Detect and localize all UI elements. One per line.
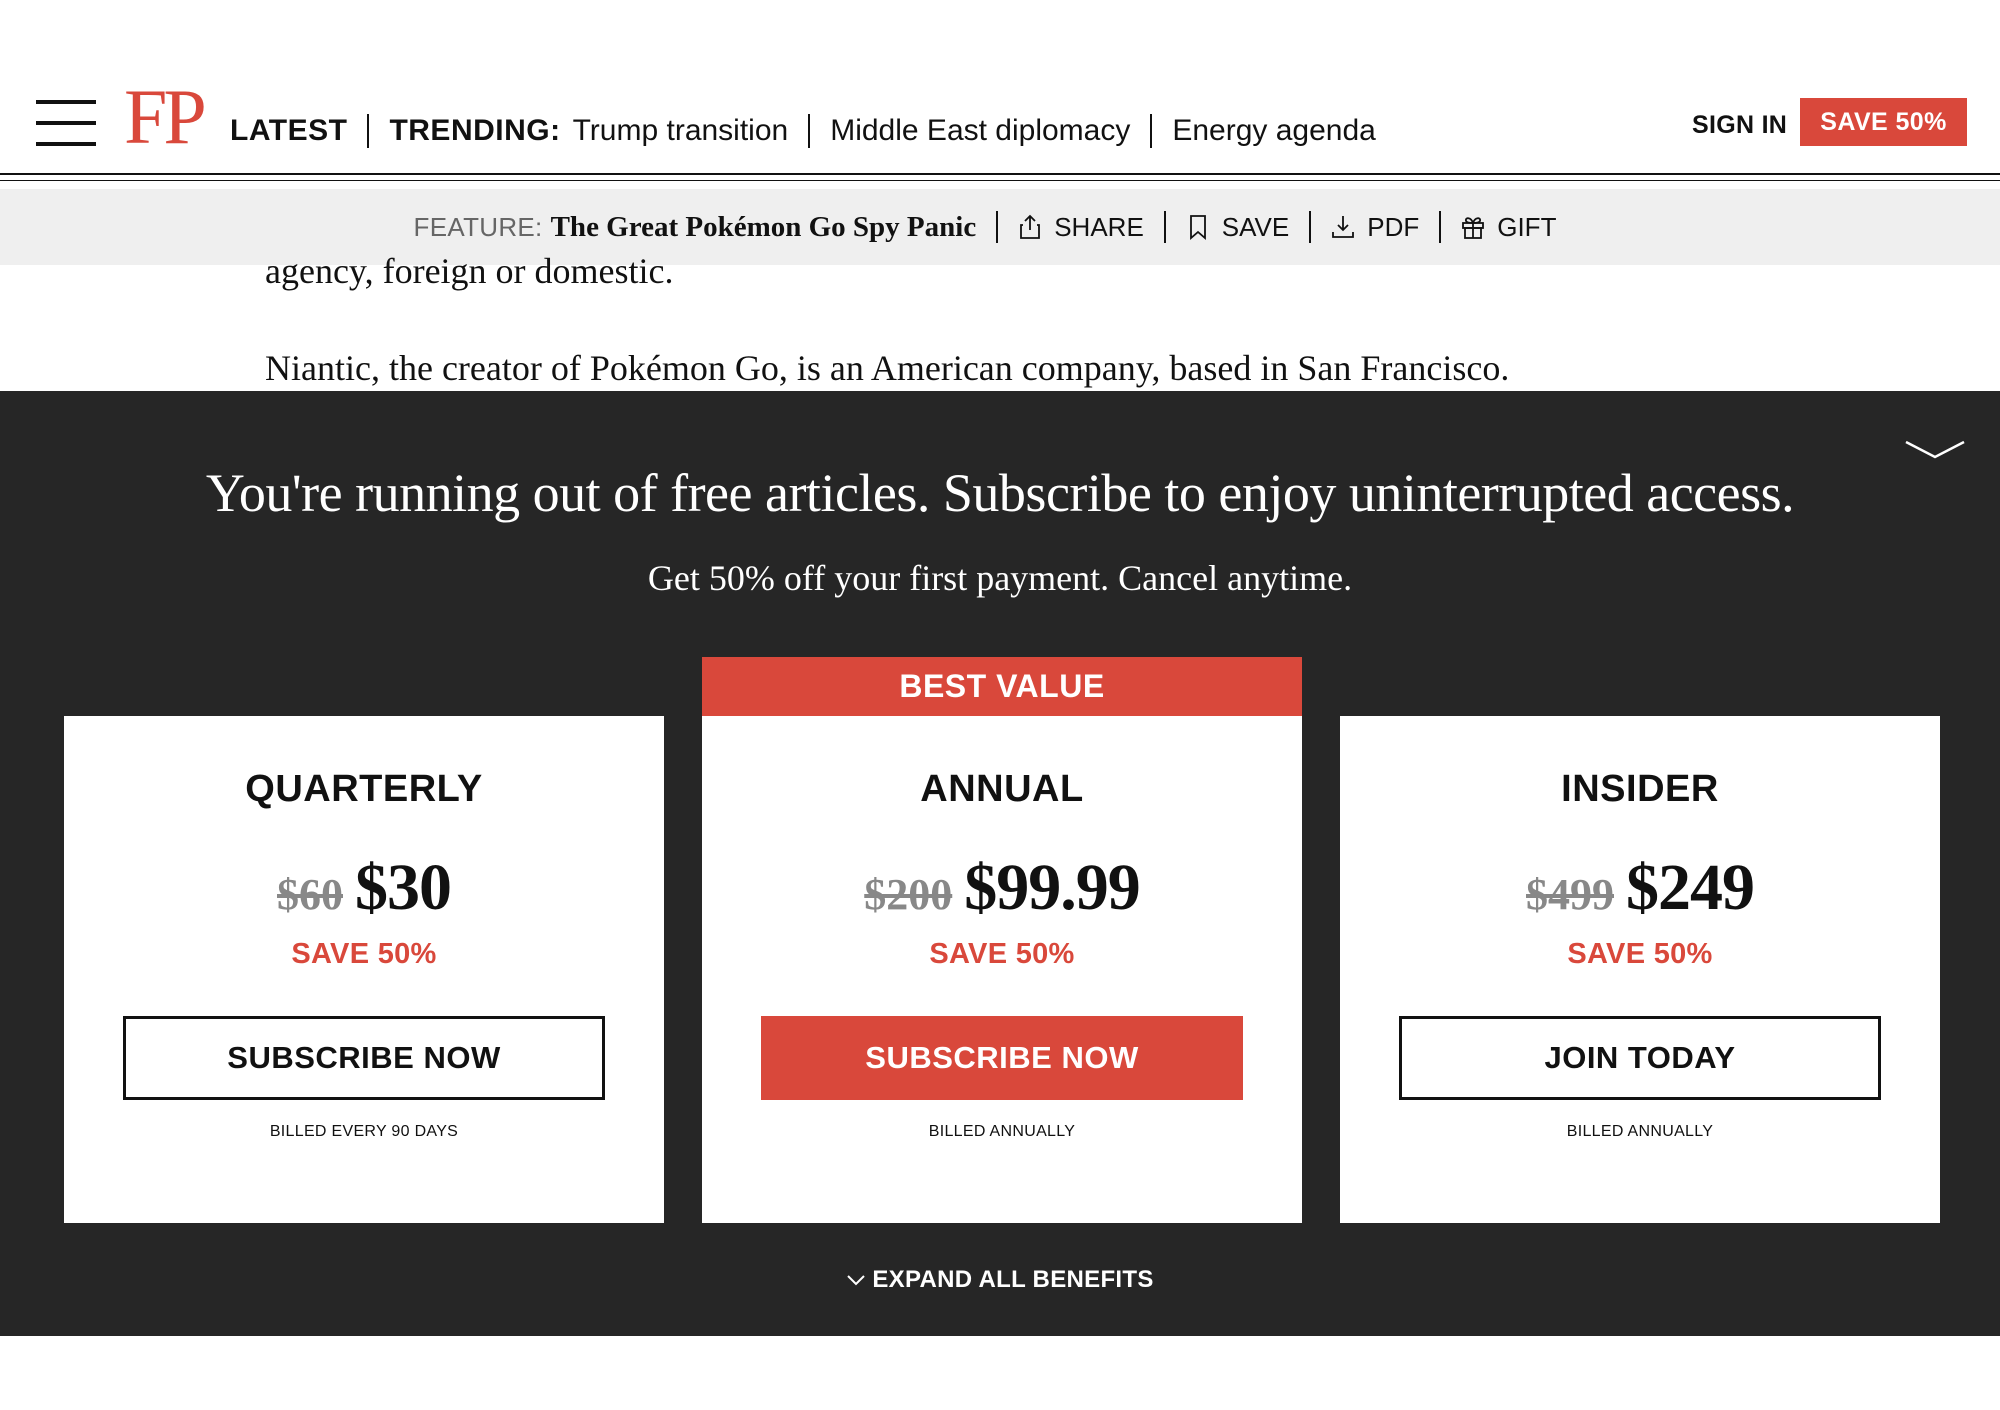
- trending-label: TRENDING:: [389, 114, 561, 147]
- price-row: $499 $249: [1340, 850, 1940, 926]
- plan-name: ANNUAL: [920, 768, 1084, 810]
- article-paragraph: agency, foreign or domestic.: [265, 251, 674, 291]
- save-percent: SAVE 50%: [929, 938, 1075, 970]
- header-divider: [0, 173, 2000, 175]
- save-article-button[interactable]: SAVE: [1186, 212, 1289, 243]
- toolbar-divider: [1309, 211, 1312, 243]
- nav-divider: [808, 114, 811, 148]
- save-percent: SAVE 50%: [291, 938, 437, 970]
- save-percent: SAVE 50%: [1567, 938, 1713, 970]
- top-nav: LATEST TRENDING: Trump transition Middle…: [230, 114, 1376, 148]
- chevron-down-icon: [847, 1275, 866, 1286]
- billing-note: BILLED EVERY 90 DAYS: [269, 1123, 459, 1140]
- gift-label: GIFT: [1497, 211, 1557, 242]
- share-button[interactable]: SHARE: [1018, 212, 1144, 243]
- pdf-label: PDF: [1367, 211, 1420, 242]
- toolbar-divider: [1163, 211, 1166, 243]
- paywall-subheadline: Get 50% off your first payment. Cancel a…: [647, 558, 1353, 598]
- header-divider: [0, 180, 2000, 181]
- share-icon: [1020, 214, 1041, 239]
- site-logo[interactable]: FP: [124, 78, 207, 156]
- gift-icon: [1462, 217, 1485, 239]
- plan-card-annual: ANNUAL $200 $99.99 SAVE 50% SUBSCRIBE NO…: [702, 716, 1302, 1223]
- share-label: SHARE: [1054, 211, 1144, 242]
- bookmark-icon: [1189, 215, 1206, 240]
- trending-link-2[interactable]: Middle East diplomacy: [830, 114, 1130, 148]
- subscribe-annual-button[interactable]: SUBSCRIBE NOW: [761, 1016, 1243, 1100]
- article-paragraph: Niantic, the creator of Pokémon Go, is a…: [265, 348, 1510, 388]
- nav-latest[interactable]: LATEST: [230, 114, 347, 148]
- billing-note: BILLED ANNUALLY: [1566, 1123, 1714, 1140]
- plan-card-insider: INSIDER $499 $249 SAVE 50% JOIN TODAY BI…: [1340, 716, 1940, 1223]
- plan-name: INSIDER: [1561, 768, 1719, 810]
- feature-title[interactable]: The Great Pokémon Go Spy Panic: [551, 211, 977, 244]
- save-label: SAVE: [1221, 211, 1290, 242]
- best-value-badge: BEST VALUE: [702, 657, 1302, 716]
- plan-name: QUARTERLY: [245, 768, 483, 810]
- menu-icon[interactable]: [36, 100, 96, 146]
- price-row: $200 $99.99: [702, 850, 1302, 926]
- subscribe-quarterly-button[interactable]: SUBSCRIBE NOW: [123, 1016, 605, 1100]
- toolbar-divider: [996, 211, 999, 243]
- price-row: $60 $30: [64, 850, 664, 926]
- pdf-button[interactable]: PDF: [1331, 212, 1419, 243]
- original-price: $60: [277, 870, 343, 919]
- gift-button[interactable]: GIFT: [1461, 212, 1556, 243]
- expand-benefits-label: EXPAND ALL BENEFITS: [872, 1266, 1154, 1293]
- expand-benefits-button[interactable]: EXPAND ALL BENEFITS: [0, 1266, 2000, 1294]
- original-price: $200: [864, 870, 953, 919]
- download-icon: [1332, 216, 1355, 238]
- save-50-button[interactable]: SAVE 50%: [1800, 98, 1967, 146]
- sale-price: $249: [1626, 851, 1755, 924]
- join-insider-button[interactable]: JOIN TODAY: [1399, 1016, 1881, 1100]
- trending-link-1[interactable]: Trump transition: [573, 114, 789, 148]
- original-price: $499: [1526, 870, 1614, 919]
- feature-label: FEATURE:: [413, 211, 543, 242]
- nav-divider: [367, 114, 370, 148]
- site-header: FP LATEST TRENDING: Trump transition Mid…: [0, 0, 2000, 181]
- plan-card-quarterly: QUARTERLY $60 $30 SAVE 50% SUBSCRIBE NOW…: [64, 716, 664, 1223]
- trending-link-3[interactable]: Energy agenda: [1172, 114, 1376, 148]
- toolbar-divider: [1439, 211, 1442, 243]
- sale-price: $99.99: [964, 851, 1140, 924]
- sign-in-link[interactable]: SIGN IN: [1692, 111, 1787, 140]
- nav-divider: [1150, 114, 1153, 148]
- sale-price: $30: [355, 851, 452, 924]
- chevron-down-icon[interactable]: [1904, 438, 1966, 460]
- billing-note: BILLED ANNUALLY: [928, 1123, 1076, 1140]
- paywall-headline: You're running out of free articles. Sub…: [205, 463, 1795, 523]
